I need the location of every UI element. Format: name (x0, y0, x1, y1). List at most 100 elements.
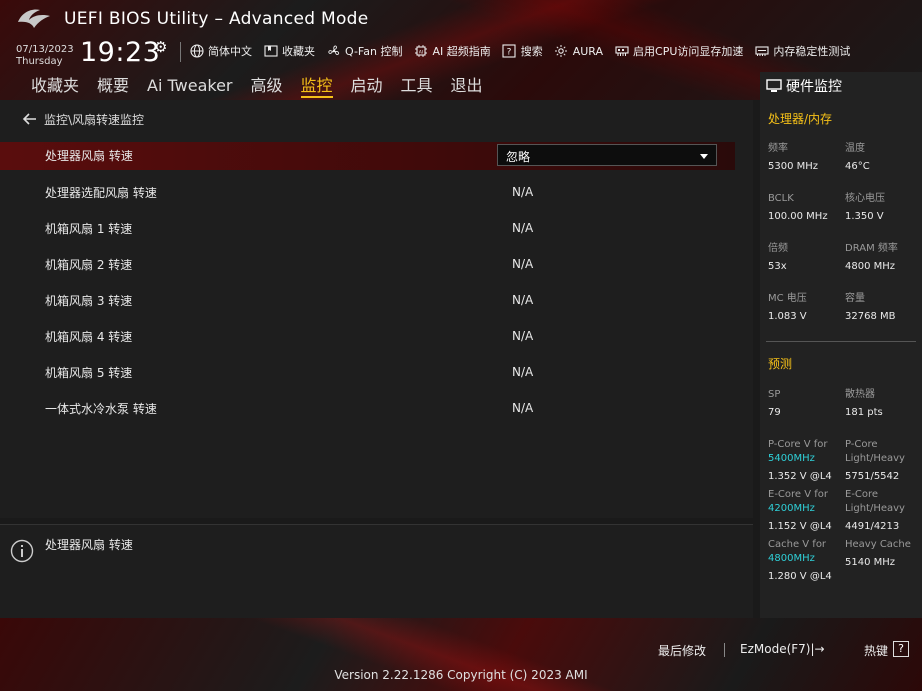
toolbar-item-label: 内存稳定性测试 (773, 45, 851, 58)
setting-row[interactable]: 机箱风扇 4 转速 N/A (0, 322, 735, 358)
toolbar-item-label: 简体中文 (208, 45, 252, 58)
cpu-mem-section-title: 处理器/内存 (768, 112, 833, 126)
predict-detail-label2: E-Core (845, 489, 879, 500)
day-text: Thursday (16, 56, 63, 67)
predict-detail-value: 1.280 V @L4 (768, 571, 832, 582)
info-icon (10, 539, 34, 563)
predict-detail-freq: 4200MHz (768, 503, 815, 514)
clock-time: 19:23 (80, 37, 161, 68)
hw-value: 1.350 V (845, 211, 884, 222)
breadcrumb-path: 监控\风扇转速监控 (44, 112, 145, 127)
app-title: UEFI BIOS Utility – Advanced Mode (64, 9, 369, 29)
main-panel: 监控\风扇转速监控 处理器风扇 转速 忽略 处理器选配风扇 转速 N/A 机箱风扇 1 … (0, 100, 753, 518)
predict-detail-label: E-Core V for (768, 489, 829, 500)
predict-detail-value2: 5140 MHz (845, 557, 896, 568)
predict-detail-value: 1.152 V @L4 (768, 521, 832, 532)
tab-0[interactable]: 收藏夹 (31, 74, 79, 98)
last-modified-button[interactable]: 最后修改 (658, 642, 706, 659)
tab-7[interactable]: 退出 (451, 74, 483, 98)
toolbar-item-label: 搜索 (520, 45, 543, 58)
toolbar-item-label: AI 超频指南 (432, 45, 491, 58)
predict-detail-label2-sub: Light/Heavy (845, 503, 905, 514)
hardware-monitor-sidebar: 硬件监控 处理器/内存 频率 5300 MHz 温度 46°C BCLK 100.00 M… (760, 72, 922, 618)
toolbar-item-globe[interactable]: 简体中文 (189, 43, 252, 59)
setting-value: N/A (512, 401, 534, 415)
setting-value: N/A (512, 185, 534, 199)
predict-detail-value2: 4491/4213 (845, 521, 900, 532)
toolbar: 简体中文 收藏夹 Q-Fan 控制 AI AI 超频指南? 搜索 AURA 启用CPU访问显存… (189, 42, 861, 60)
help-text: 处理器风扇 转速 (45, 538, 133, 552)
setting-row[interactable]: 一体式水冷水泵 转速 N/A (0, 394, 735, 430)
dropdown-value: 忽略 (506, 150, 531, 164)
hw-label: 容量 (845, 293, 865, 304)
toolbar-item-label: 收藏夹 (282, 45, 315, 58)
sidebar-divider (766, 341, 916, 342)
setting-value: N/A (512, 293, 534, 307)
footer-bar: 最后修改 EzMode(F7)|→ 热键 ? Version 2.22.1286… (0, 618, 922, 691)
predict-detail-freq: 5400MHz (768, 453, 815, 464)
predict-detail-label: Cache V for (768, 539, 827, 550)
toolbar-item-memory[interactable]: 启用CPU访问显存加速 (614, 43, 743, 59)
monitor-icon (766, 79, 782, 92)
header-divider (180, 42, 181, 62)
back-arrow-icon[interactable] (22, 112, 38, 126)
setting-label: 机箱风扇 3 转速 (45, 294, 133, 308)
setting-label: 处理器风扇 转速 (45, 149, 133, 163)
help-search-icon: ? (502, 44, 517, 59)
setting-label: 处理器选配风扇 转速 (45, 186, 157, 200)
predict-detail-label2: P-Core (845, 439, 878, 450)
predict-label: SP (768, 389, 781, 400)
setting-label: 机箱风扇 5 转速 (45, 366, 133, 380)
svg-text:?: ? (507, 48, 512, 58)
setting-row[interactable]: 处理器选配风扇 转速 N/A (0, 178, 735, 214)
setting-row[interactable]: 机箱风扇 5 转速 N/A (0, 358, 735, 394)
setting-dropdown[interactable]: 忽略 (497, 144, 717, 166)
setting-row[interactable]: 机箱风扇 2 转速 N/A (0, 250, 735, 286)
hw-label: 核心电压 (845, 193, 885, 204)
tab-2[interactable]: Ai Tweaker (147, 74, 232, 98)
predict-label: 散热器 (845, 389, 875, 400)
toolbar-item-help-search[interactable]: ? 搜索 (502, 43, 543, 59)
memtest-icon (754, 44, 769, 59)
setting-label: 一体式水冷水泵 转速 (45, 402, 157, 416)
hw-label: 频率 (768, 143, 788, 154)
setting-row[interactable]: 机箱风扇 3 转速 N/A (0, 286, 735, 322)
toolbar-item-memtest[interactable]: 内存稳定性测试 (754, 43, 850, 59)
tab-5[interactable]: 启动 (351, 74, 383, 98)
toolbar-item-ai-chip[interactable]: AI AI 超频指南 (413, 43, 491, 59)
tab-1[interactable]: 概要 (97, 74, 129, 98)
breadcrumb: 监控\风扇转速监控 (22, 110, 144, 128)
hw-value: 5300 MHz (768, 161, 819, 172)
predict-section-title: 预测 (768, 357, 793, 371)
predict-detail-value2: 5751/5542 (845, 471, 900, 482)
footer-divider (724, 643, 725, 657)
main-tabs: 收藏夹 概要 Ai Tweaker 高级 监控 启动 工具 退出 (22, 74, 492, 100)
hw-label: 倍频 (768, 243, 788, 254)
hotkey-help-icon[interactable]: ? (893, 641, 909, 657)
predict-detail-label2-sub: Light/Heavy (845, 453, 905, 464)
hw-value: 53x (768, 261, 787, 272)
rog-logo-icon (18, 9, 50, 28)
toolbar-item-label: Q-Fan 控制 (345, 45, 403, 58)
setting-row[interactable]: 处理器风扇 转速 忽略 (0, 142, 735, 170)
clock-settings-gear-icon[interactable]: ⚙ (154, 38, 167, 56)
toolbar-item-fan[interactable]: Q-Fan 控制 (326, 43, 402, 59)
ai-chip-icon: AI (413, 44, 428, 59)
fan-icon (326, 44, 341, 59)
setting-value: N/A (512, 221, 534, 235)
hw-value: 100.00 MHz (768, 211, 828, 222)
toolbar-item-bookmark[interactable]: 收藏夹 (263, 43, 315, 59)
ezmode-button[interactable]: EzMode(F7)|→ (740, 642, 825, 656)
tab-4[interactable]: 监控 (300, 74, 333, 98)
setting-label: 机箱风扇 2 转速 (45, 258, 133, 272)
tab-3[interactable]: 高级 (250, 74, 282, 98)
predict-detail-label: P-Core V for (768, 439, 828, 450)
predict-value: 79 (768, 407, 781, 418)
hotkey-button[interactable]: 热键 (864, 642, 888, 659)
aura-icon (554, 44, 569, 59)
hw-label: MC 电压 (768, 293, 807, 304)
tab-6[interactable]: 工具 (401, 74, 433, 98)
setting-row[interactable]: 机箱风扇 1 转速 N/A (0, 214, 735, 250)
svg-text:AI: AI (419, 49, 423, 55)
toolbar-item-aura[interactable]: AURA (554, 44, 603, 59)
